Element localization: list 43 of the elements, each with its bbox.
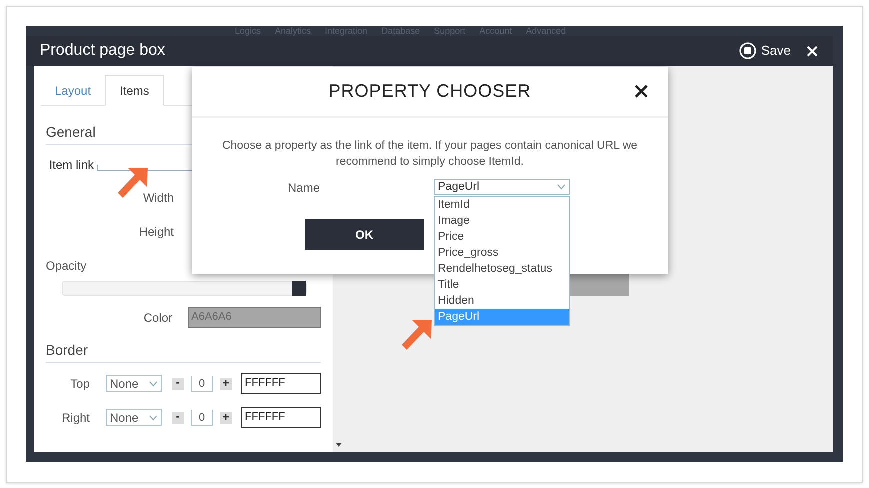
opacity-slider[interactable] <box>62 281 307 296</box>
close-button[interactable] <box>635 85 648 98</box>
chevron-icon <box>149 380 158 386</box>
chevron-icon <box>557 184 566 190</box>
field-label: Width <box>142 190 174 207</box>
decrement-button[interactable]: - <box>172 412 184 424</box>
tab[interactable]: Items <box>105 75 164 106</box>
field-label: Opacity <box>46 258 88 275</box>
field-label: Height <box>138 224 174 241</box>
dropdown-option[interactable]: Hidden <box>435 293 569 309</box>
scroll-arrow-icon <box>336 443 342 447</box>
style-select[interactable]: None <box>106 409 162 426</box>
save-button[interactable]: Save <box>739 41 791 61</box>
tab[interactable]: Layout <box>41 75 106 106</box>
dropdown-option[interactable]: Price_gross <box>435 245 569 261</box>
slider-handle[interactable] <box>292 281 306 296</box>
modal-title: PROPERTY CHOOSER <box>328 80 532 103</box>
style-select[interactable]: None <box>106 375 162 392</box>
dialog-title: Product page box <box>40 41 166 61</box>
increment-button[interactable]: + <box>220 378 232 390</box>
increment-button[interactable]: + <box>220 412 232 424</box>
section-heading: Border <box>46 340 321 363</box>
chevron-icon <box>149 414 158 420</box>
field-label: Item link <box>48 157 94 173</box>
dropdown-option[interactable]: Rendelhetoseg_status <box>435 261 569 277</box>
field-label: Name <box>288 180 320 197</box>
close-icon <box>635 85 648 98</box>
width-field[interactable]: 0 <box>191 410 213 426</box>
save-icon <box>739 42 758 60</box>
color-field[interactable]: FFFFFF <box>241 407 321 428</box>
property-select[interactable]: PageUrl <box>434 179 570 195</box>
decrement-button[interactable]: - <box>172 378 184 390</box>
dropdown-option[interactable]: Price <box>435 229 569 245</box>
field-label: Color <box>142 310 173 326</box>
field-label: Top <box>70 376 90 392</box>
color-field[interactable]: FFFFFF <box>241 373 321 394</box>
ok-button[interactable]: OK <box>305 219 424 250</box>
field-label: Right <box>60 410 90 426</box>
dropdown-option[interactable]: ItemId <box>435 197 569 213</box>
dropdown-option[interactable]: Title <box>435 277 569 293</box>
close-icon <box>806 46 818 56</box>
dropdown-option[interactable]: Image <box>435 213 569 229</box>
width-field[interactable]: 0 <box>191 376 213 392</box>
